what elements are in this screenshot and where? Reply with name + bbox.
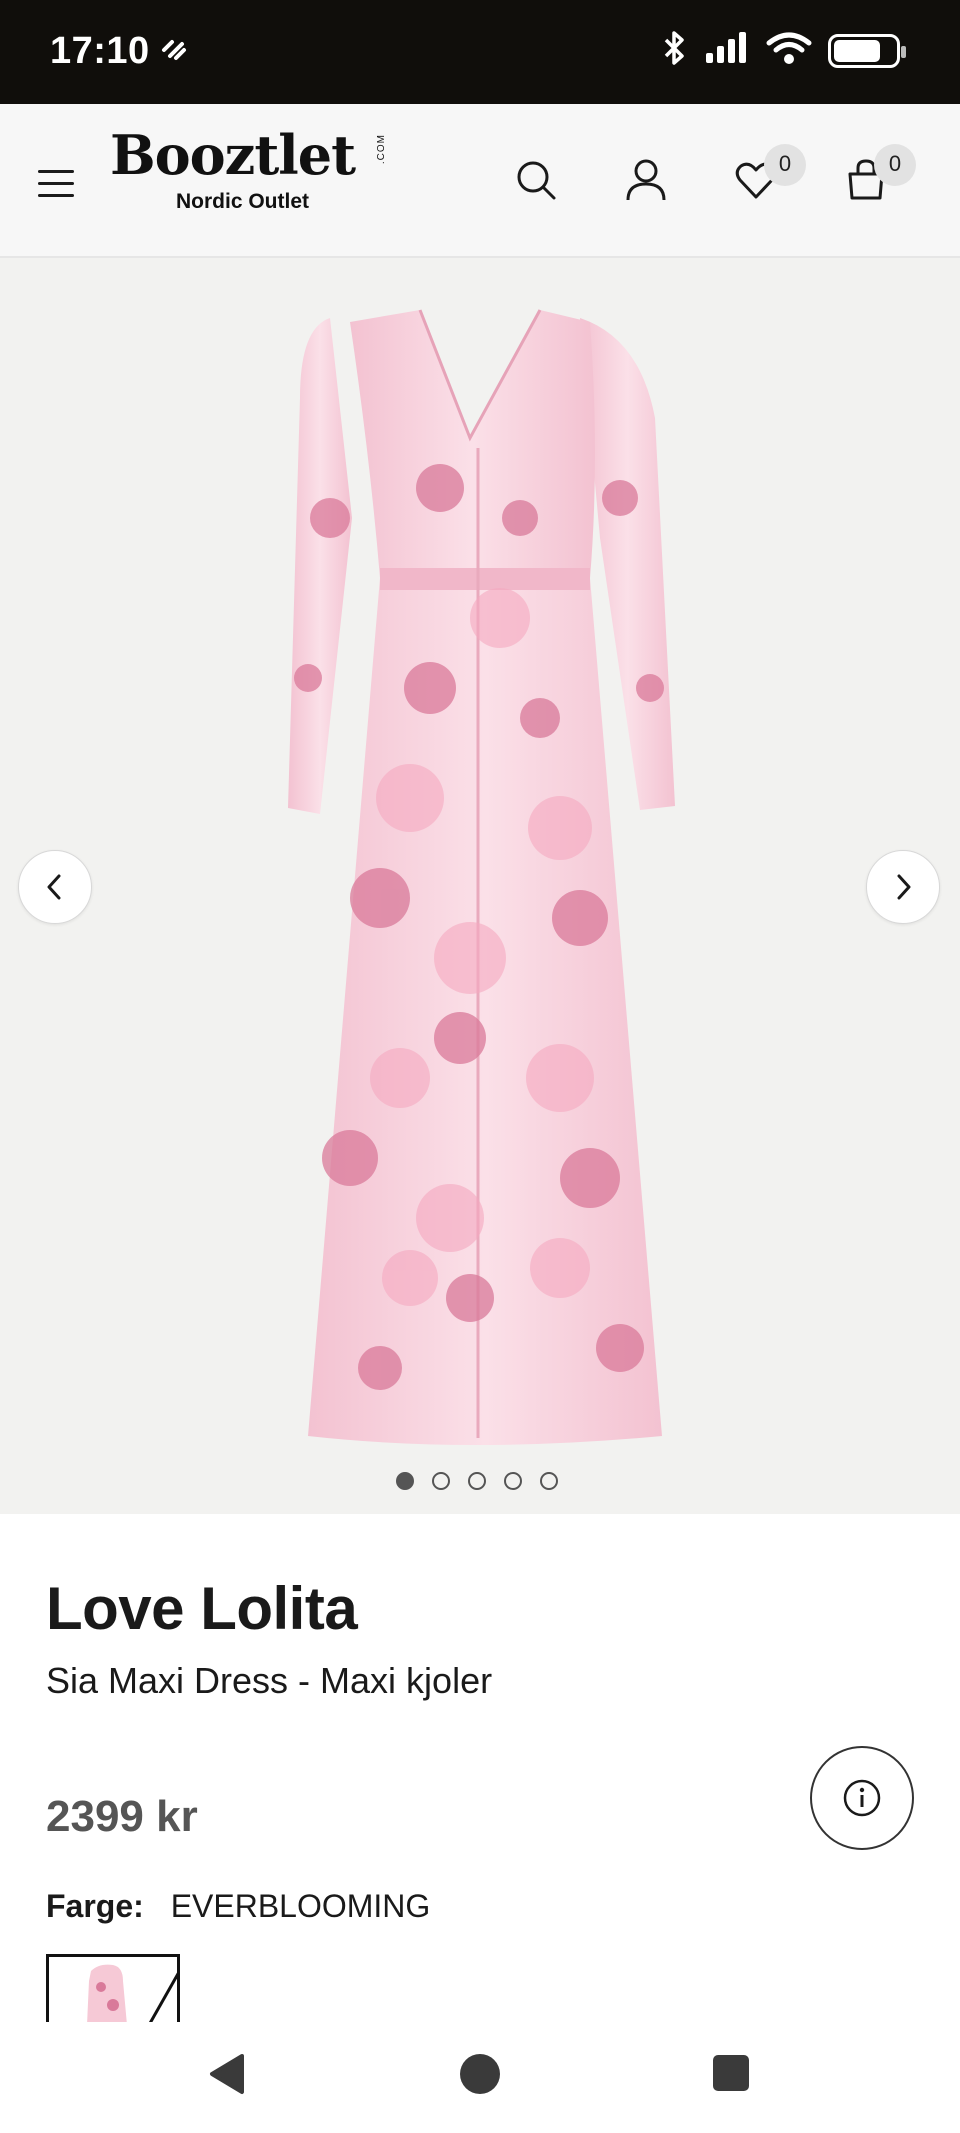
- battery-icon: [828, 33, 906, 68]
- product-brand[interactable]: Love Lolita: [46, 1574, 358, 1643]
- product-price: 2399 kr: [46, 1792, 198, 1841]
- home-circle-icon[interactable]: [458, 2052, 502, 2101]
- back-triangle-icon[interactable]: [206, 2052, 246, 2101]
- recents-square-icon[interactable]: [712, 2054, 750, 2097]
- next-image-button[interactable]: [866, 850, 940, 924]
- cellular-signal-icon: [704, 31, 750, 70]
- logo-subtitle: Nordic Outlet: [176, 190, 310, 213]
- logo-suffix: .COM: [376, 134, 387, 165]
- price-info-button[interactable]: [810, 1746, 914, 1850]
- status-icons: [662, 30, 906, 71]
- color-value: EVERBLOOMING: [170, 1888, 431, 1924]
- previous-image-button[interactable]: [18, 850, 92, 924]
- booztlet-logo[interactable]: Booztlet .COM Nordic Outlet: [110, 123, 387, 214]
- logo-text: Booztlet: [110, 123, 356, 187]
- image-pagination-dots: [396, 1472, 558, 1490]
- wifi-icon: [766, 31, 812, 70]
- product-image: [288, 309, 675, 1445]
- color-label: Farge:: [46, 1888, 144, 1924]
- chevron-left-icon: [47, 874, 61, 900]
- info-icon: [843, 1779, 881, 1817]
- color-swatch-image: [49, 1957, 177, 2022]
- system-nav-bar: [0, 2022, 960, 2133]
- pagination-dot-5[interactable]: [540, 1472, 558, 1490]
- cart-count-badge: 0: [874, 144, 916, 186]
- signal-tag-icon: [160, 36, 188, 70]
- pagination-dot-4[interactable]: [504, 1472, 522, 1490]
- status-bar: 17:10: [0, 0, 960, 104]
- bluetooth-icon: [662, 30, 688, 71]
- chevron-right-icon: [897, 874, 911, 900]
- color-row: Farge: EVERBLOOMING: [46, 1888, 430, 1925]
- wishlist-count-badge: 0: [764, 144, 806, 186]
- color-swatch-everblooming[interactable]: [46, 1954, 180, 2022]
- pagination-dot-1[interactable]: [396, 1472, 414, 1490]
- product-name: Sia Maxi Dress - Maxi kjoler: [46, 1660, 493, 1701]
- search-icon[interactable]: [512, 156, 560, 204]
- user-icon[interactable]: [622, 156, 670, 204]
- pagination-dot-2[interactable]: [432, 1472, 450, 1490]
- site-header: Booztlet .COM Nordic Outlet 0 0: [0, 104, 960, 258]
- status-time: 17:10: [50, 30, 150, 72]
- menu-icon[interactable]: [38, 170, 74, 198]
- product-gallery[interactable]: [0, 258, 960, 1514]
- pagination-dot-3[interactable]: [468, 1472, 486, 1490]
